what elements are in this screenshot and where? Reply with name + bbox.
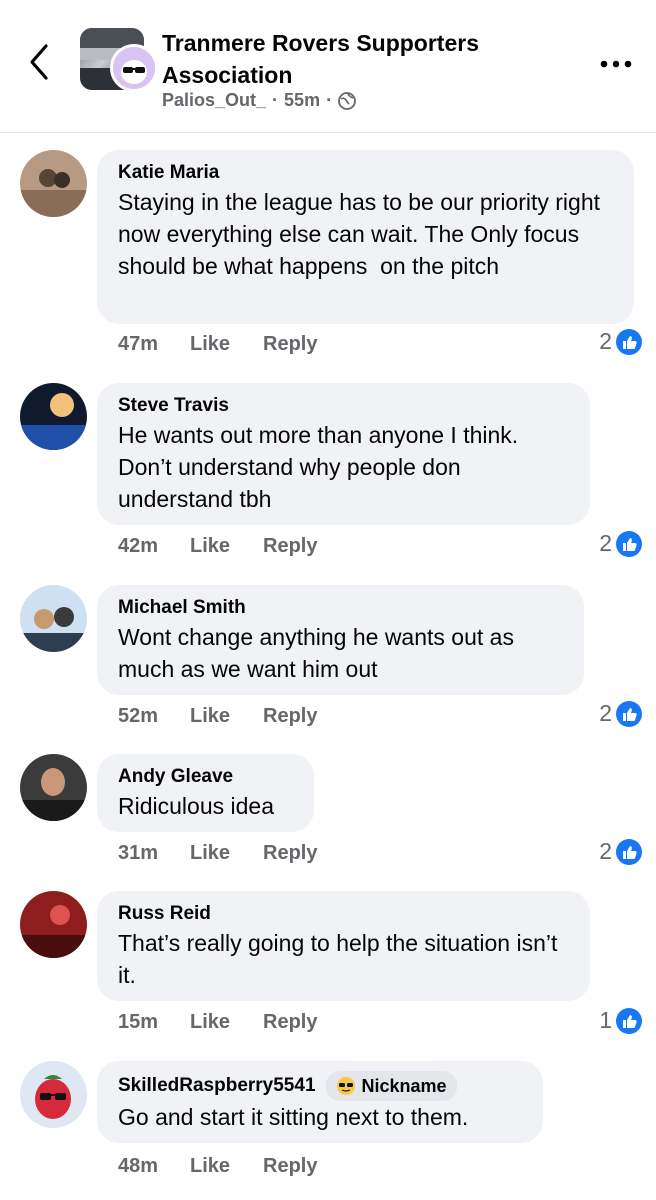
comment-actions: 48m Like Reply <box>118 1155 317 1178</box>
comment-bubble: Russ Reid That’s really going to help th… <box>97 891 590 1001</box>
post-time: 55m <box>284 90 321 110</box>
reaction-number: 2 <box>599 328 612 354</box>
comment-text: He wants out more than anyone I think. D… <box>118 422 525 512</box>
author-avatar[interactable] <box>110 44 158 92</box>
nickname-badge: Nickname <box>325 1071 457 1101</box>
globe-icon <box>338 91 356 110</box>
group-name[interactable]: Tranmere Rovers Supporters Association <box>162 27 562 91</box>
post-author[interactable]: Palios_Out_ <box>162 90 266 111</box>
comment-time: 15m <box>118 1011 159 1033</box>
reaction-number: 2 <box>599 700 612 726</box>
thumbs-up-icon <box>616 1007 642 1034</box>
reply-button[interactable]: Reply <box>263 842 317 865</box>
comment-actions: 15m Like Reply <box>118 1011 317 1034</box>
comment-author[interactable]: Katie Maria <box>118 160 613 186</box>
comment-text: That’s really going to help the situatio… <box>118 930 564 988</box>
comment-text: Ridiculous idea <box>118 793 274 819</box>
comment-time: 42m <box>118 535 159 557</box>
like-button[interactable]: Like <box>190 333 263 356</box>
comment-author[interactable]: Russ Reid <box>118 901 569 927</box>
commenter-avatar[interactable] <box>20 585 87 652</box>
comment-actions: 31m Like Reply <box>118 842 317 865</box>
more-horizontal-icon <box>600 60 632 68</box>
comment-text: Go and start it sitting next to them. <box>118 1104 469 1130</box>
reaction-number: 2 <box>599 530 612 556</box>
chevron-left-icon <box>30 44 48 80</box>
comment-bubble: Michael Smith Wont change anything he wa… <box>97 585 584 695</box>
comment-bubble: SkilledRaspberry5541 Nickname Go and sta… <box>97 1061 543 1143</box>
comment-bubble: Andy Gleave Ridiculous idea <box>97 754 314 832</box>
comment-author[interactable]: Michael Smith <box>118 595 563 621</box>
comment-text: Staying in the league has to be our prio… <box>118 189 607 279</box>
like-button[interactable]: Like <box>190 1011 263 1034</box>
comment-bubble: Katie Maria Staying in the league has to… <box>97 150 634 324</box>
comment-author[interactable]: Andy Gleave <box>118 764 293 790</box>
thumbs-up-icon <box>616 530 642 557</box>
reaction-number: 2 <box>599 838 612 864</box>
post-meta: Palios_Out_ · 55m · <box>162 90 356 111</box>
reaction-count[interactable]: 2 <box>599 700 642 727</box>
comment-author[interactable]: SkilledRaspberry5541 <box>118 1073 316 1099</box>
reply-button[interactable]: Reply <box>263 1155 317 1178</box>
comment-author-row: SkilledRaspberry5541 Nickname <box>118 1071 522 1101</box>
post-header: Tranmere Rovers Supporters Association P… <box>0 0 656 133</box>
reply-button[interactable]: Reply <box>263 535 317 558</box>
comment-time: 52m <box>118 705 159 727</box>
thumbs-up-icon <box>616 838 642 865</box>
comment-bubble: Steve Travis He wants out more than anyo… <box>97 383 590 525</box>
commenter-avatar[interactable] <box>20 383 87 450</box>
reply-button[interactable]: Reply <box>263 1011 317 1034</box>
commenter-avatar[interactable] <box>20 150 87 217</box>
reaction-count[interactable]: 2 <box>599 838 642 865</box>
reaction-count[interactable]: 2 <box>599 328 642 355</box>
comment-author[interactable]: Steve Travis <box>118 393 569 419</box>
commenter-avatar[interactable] <box>20 1061 87 1128</box>
more-options-button[interactable] <box>596 52 636 76</box>
like-button[interactable]: Like <box>190 1155 263 1178</box>
like-button[interactable]: Like <box>190 705 263 728</box>
reaction-count[interactable]: 1 <box>599 1007 642 1034</box>
reply-button[interactable]: Reply <box>263 333 317 356</box>
comment-actions: 42m Like Reply <box>118 535 317 558</box>
meta-separator: · <box>326 90 333 110</box>
commenter-avatar[interactable] <box>20 891 87 958</box>
thumbs-up-icon <box>616 700 642 727</box>
comment-time: 47m <box>118 333 159 355</box>
like-button[interactable]: Like <box>190 842 263 865</box>
reaction-number: 1 <box>599 1007 612 1033</box>
sunglasses-emoji-icon <box>336 1077 355 1095</box>
comment-text: Wont change anything he wants out as muc… <box>118 624 521 682</box>
commenter-avatar[interactable] <box>20 754 87 821</box>
comment-time: 31m <box>118 842 159 864</box>
reply-button[interactable]: Reply <box>263 705 317 728</box>
back-button[interactable] <box>22 40 58 84</box>
meta-separator: · <box>272 90 279 110</box>
nickname-label: Nickname <box>361 1076 447 1096</box>
reaction-count[interactable]: 2 <box>599 530 642 557</box>
comment-actions: 52m Like Reply <box>118 705 317 728</box>
comment-time: 48m <box>118 1155 159 1177</box>
comment-actions: 47m Like Reply <box>118 333 317 356</box>
like-button[interactable]: Like <box>190 535 263 558</box>
thumbs-up-icon <box>616 328 642 355</box>
